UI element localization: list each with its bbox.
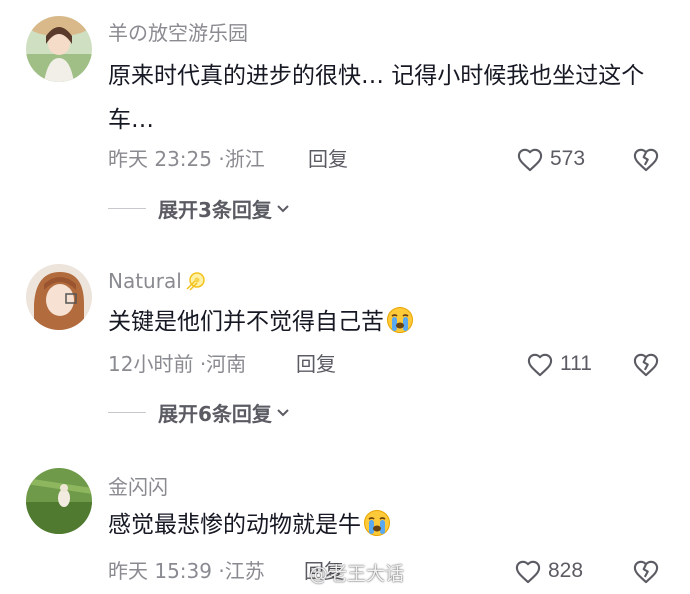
crying-face-emoji — [363, 508, 391, 552]
reply-button[interactable]: 回复 — [296, 351, 336, 377]
broken-heart-icon[interactable] — [632, 351, 660, 379]
heart-icon — [514, 558, 542, 584]
crying-face-emoji — [386, 305, 414, 349]
expand-replies-button[interactable]: 展开6条回复 — [108, 399, 290, 426]
comment-location: 河南 — [206, 352, 247, 376]
heart-icon — [526, 351, 554, 377]
expand-replies-button[interactable]: 展开3条回复 — [108, 195, 290, 222]
comment-location: 江苏 — [224, 559, 265, 583]
comment-meta: 12小时前 ·河南 — [108, 351, 246, 377]
broken-heart-icon[interactable] — [632, 558, 660, 586]
comment-time: 昨天 23:25 — [108, 147, 212, 171]
comment-username[interactable]: 羊の放空游乐园 — [108, 20, 248, 46]
watermark-text: @老王大话 — [309, 562, 405, 585]
sparkle-badge-icon — [184, 272, 206, 297]
like-button[interactable]: 828 — [514, 556, 583, 586]
comment-text: 感觉最悲惨的动物就是牛 — [108, 503, 668, 552]
chevron-down-icon — [272, 199, 290, 218]
comment-text: 原来时代真的进步的很快… 记得小时候我也坐过这个车… — [108, 63, 645, 133]
like-count: 573 — [550, 147, 586, 170]
comment-time: 12小时前 — [108, 352, 194, 376]
chevron-down-icon — [272, 403, 290, 422]
avatar[interactable] — [26, 264, 92, 330]
like-button[interactable]: 573 — [516, 144, 585, 174]
like-count: 828 — [548, 559, 584, 582]
like-button[interactable]: 111 — [526, 349, 592, 379]
reply-button[interactable]: 回复 — [308, 146, 348, 172]
comment-location: 浙江 — [224, 147, 265, 171]
avatar[interactable] — [26, 16, 92, 82]
divider-line — [108, 411, 146, 413]
like-count: 111 — [560, 352, 592, 375]
username-text: Natural — [108, 269, 182, 293]
comment-meta: 昨天 15:39 ·江苏 — [108, 558, 265, 584]
comment-text: 关键是他们并不觉得自己苦 — [108, 300, 668, 349]
expand-replies-label: 展开3条回复 — [158, 197, 272, 222]
weibo-logo-icon — [288, 561, 306, 583]
comment-text-body: 关键是他们并不觉得自己苦 — [108, 309, 384, 335]
watermark: @老王大话 — [288, 558, 404, 586]
broken-heart-icon[interactable] — [632, 146, 660, 174]
comment-username[interactable]: 金闪闪 — [108, 474, 168, 500]
comment-username[interactable]: Natural — [108, 268, 206, 298]
expand-replies-label: 展开6条回复 — [158, 401, 272, 426]
comment-meta: 昨天 23:25 ·浙江 — [108, 146, 265, 172]
avatar[interactable] — [26, 468, 92, 534]
heart-icon — [516, 146, 544, 172]
comment-time: 昨天 15:39 — [108, 559, 212, 583]
divider-line — [108, 207, 146, 209]
comment-text-body: 感觉最悲惨的动物就是牛 — [108, 512, 361, 538]
